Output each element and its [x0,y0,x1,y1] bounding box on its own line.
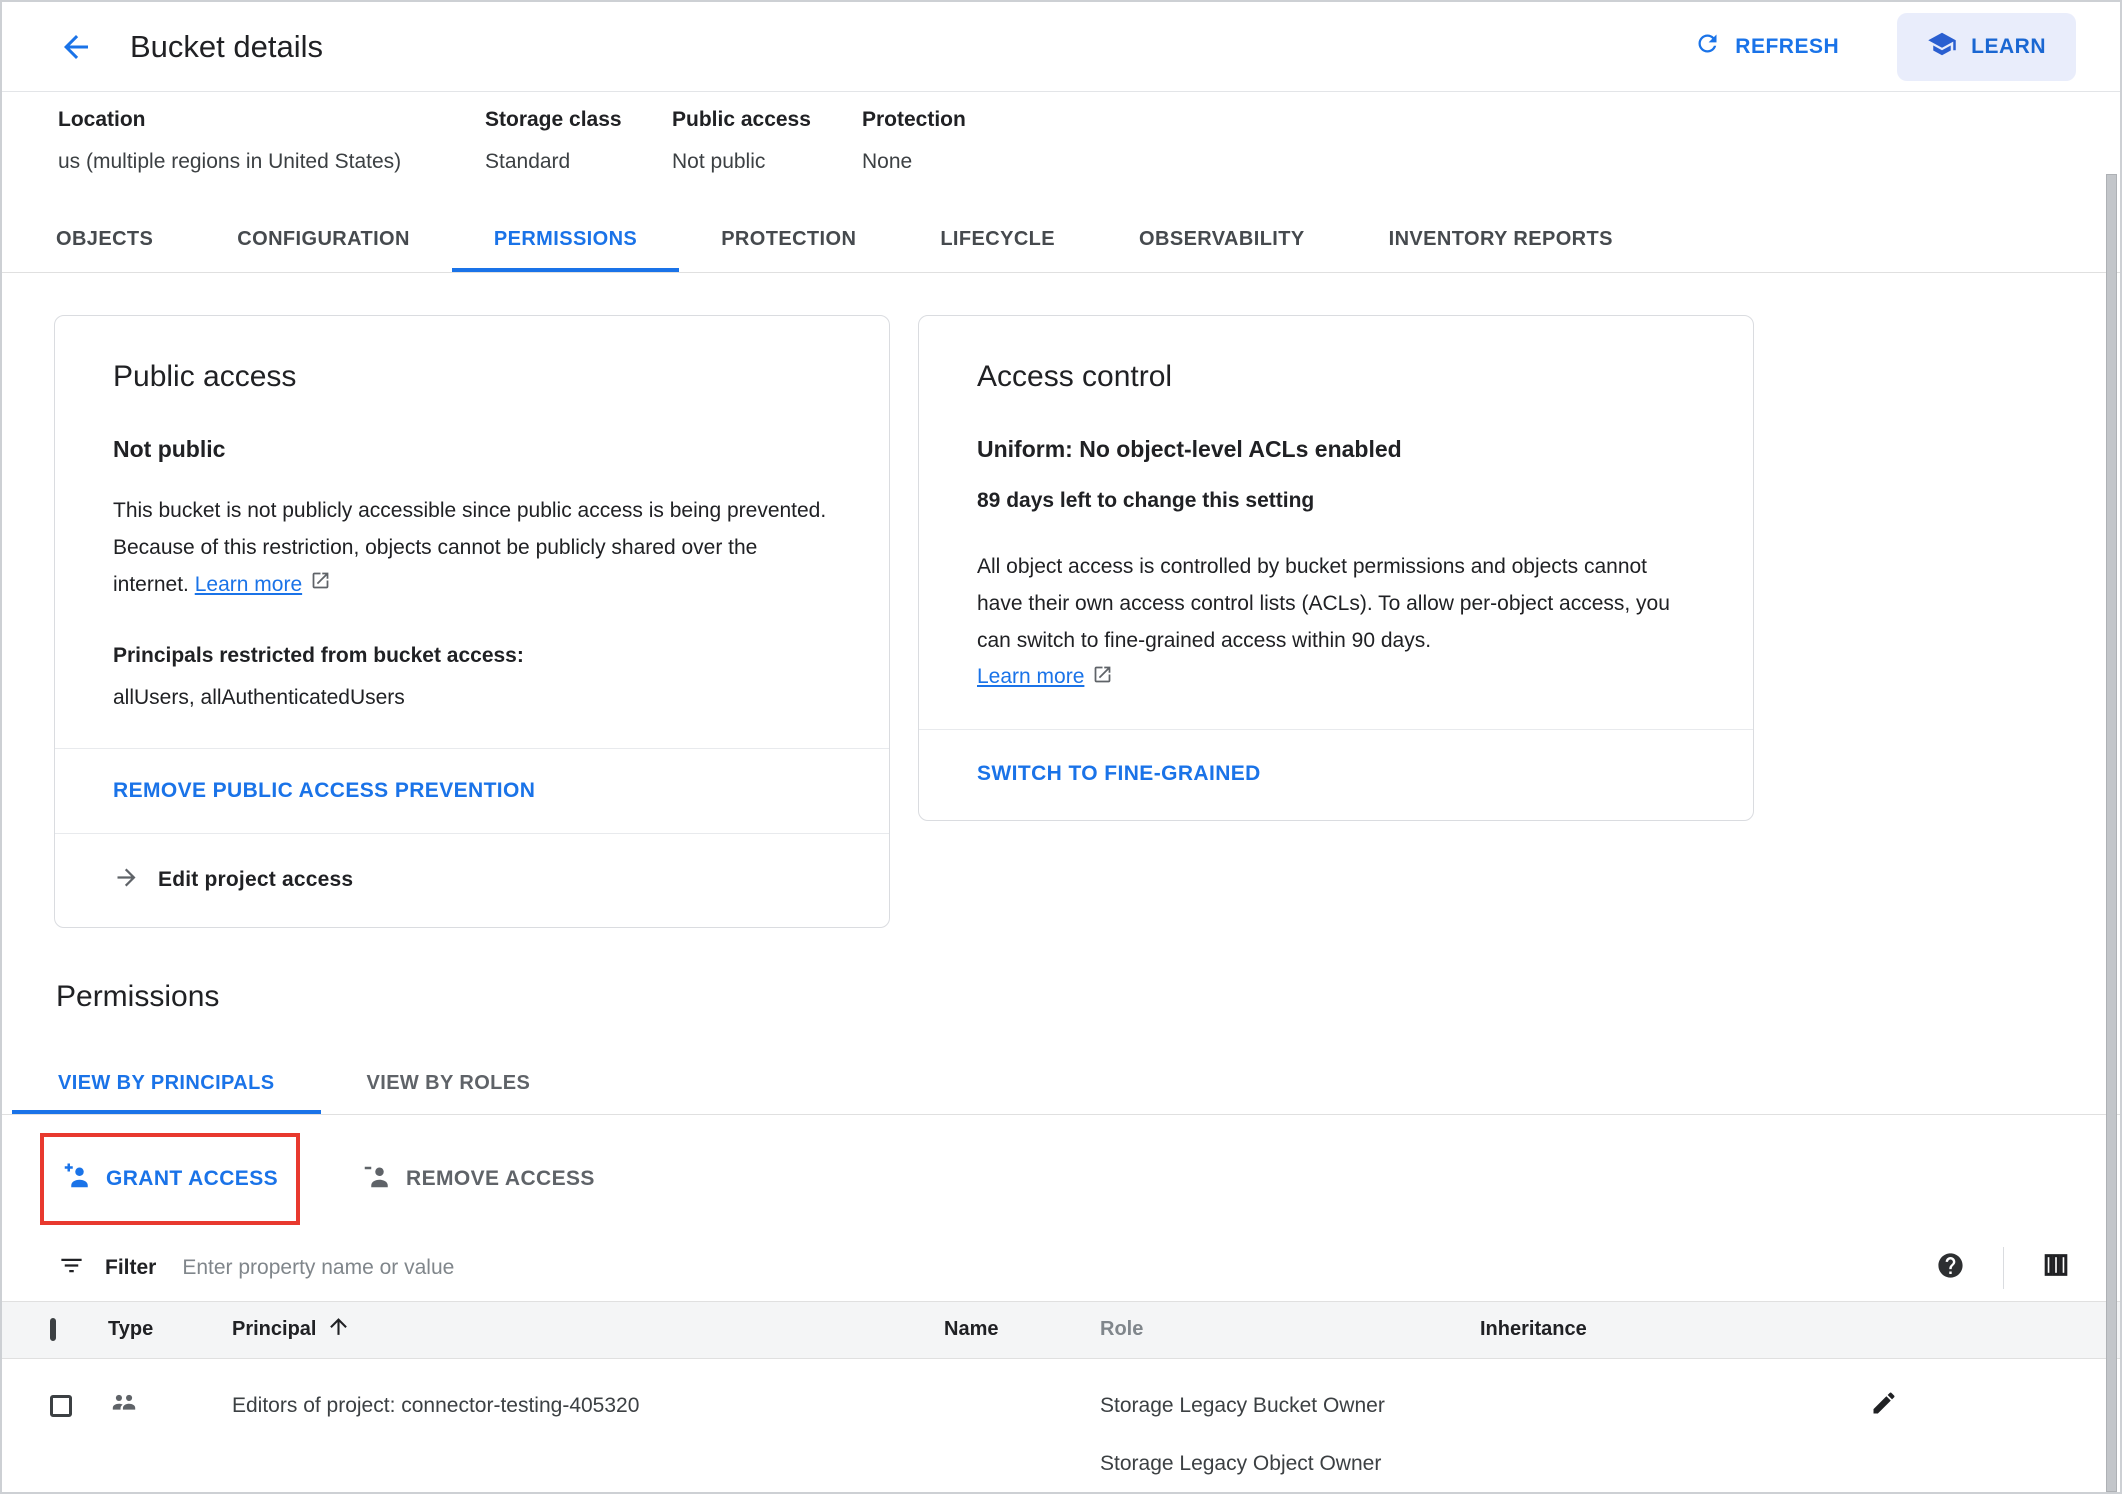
access-control-days-left: 89 days left to change this setting [977,489,1697,513]
principals-restricted-label: Principals restricted from bucket access… [113,644,833,668]
refresh-icon [1694,30,1721,63]
bucket-summary: Location us (multiple regions in United … [2,92,2120,174]
public-access-card: Public access Not public This bucket is … [54,315,890,928]
page-title: Bucket details [130,29,323,65]
grant-access-highlight-box: GRANT ACCESS [40,1133,300,1225]
learn-more-link[interactable]: Learn more [977,664,1113,691]
arrow-forward-icon [113,864,140,897]
edit-row-button[interactable] [1870,1389,1898,1422]
sort-ascending-icon [326,1314,351,1345]
column-header-name[interactable]: Name [944,1318,1100,1341]
public-access-description: This bucket is not publicly accessible s… [113,493,833,604]
column-display-icon[interactable] [2042,1251,2070,1284]
field-label: Storage class [485,108,672,132]
external-link-icon [310,567,331,604]
tab-objects[interactable]: OBJECTS [14,210,195,272]
access-actions-row: GRANT ACCESS REMOVE ACCESS [2,1133,2120,1225]
view-tab-bar: VIEW BY PRINCIPALS VIEW BY ROLES [2,1058,2120,1115]
field-label: Public access [672,108,862,132]
summary-field-protection: Protection None [862,108,966,174]
graduation-cap-icon [1927,29,1957,65]
filter-icon [58,1252,85,1284]
pencil-icon [1870,1389,1898,1422]
select-all-checkbox[interactable] [50,1318,56,1341]
external-link-icon [1092,664,1113,691]
tab-permissions[interactable]: PERMISSIONS [452,210,679,272]
field-value: None [862,150,966,174]
summary-field-public-access: Public access Not public [672,108,862,174]
field-value: Not public [672,150,862,174]
field-label: Protection [862,108,966,132]
tab-view-by-principals[interactable]: VIEW BY PRINCIPALS [12,1058,321,1114]
field-value: us (multiple regions in United States) [58,150,485,174]
cards-row: Public access Not public This bucket is … [2,273,2120,928]
principals-restricted-value: allUsers, allAuthenticatedUsers [113,686,833,710]
tab-configuration[interactable]: CONFIGURATION [195,210,452,272]
access-control-description: All object access is controlled by bucke… [977,549,1697,660]
edit-project-access-link[interactable]: Edit project access [55,833,889,927]
person-remove-icon [362,1161,392,1197]
field-label: Location [58,108,485,132]
access-control-card-title: Access control [977,360,1697,394]
vertical-divider [2003,1247,2004,1289]
tab-inventory-reports[interactable]: INVENTORY REPORTS [1347,210,1655,272]
vertical-scrollbar[interactable] [2106,174,2117,1492]
switch-to-fine-grained-button[interactable]: SWITCH TO FINE-GRAINED [919,729,1753,820]
public-access-status: Not public [113,436,833,463]
remove-public-access-prevention-button[interactable]: REMOVE PUBLIC ACCESS PREVENTION [55,748,889,833]
column-header-principal[interactable]: Principal [232,1314,944,1345]
column-header-role[interactable]: Role [1100,1318,1480,1341]
permissions-section-title: Permissions [56,980,2120,1014]
column-header-inheritance[interactable]: Inheritance [1480,1318,1680,1341]
summary-field-location: Location us (multiple regions in United … [58,108,485,174]
filter-input[interactable] [182,1256,1936,1280]
refresh-label: REFRESH [1735,35,1839,59]
tab-view-by-roles[interactable]: VIEW BY ROLES [321,1058,577,1114]
people-icon [108,1387,140,1424]
app-header: Bucket details REFRESH LEARN [2,2,2120,92]
field-value: Standard [485,150,672,174]
main-tab-bar: OBJECTS CONFIGURATION PERMISSIONS PROTEC… [2,210,2120,273]
bucket-details-page: Bucket details REFRESH LEARN Location us… [0,0,2122,1494]
person-add-icon [62,1161,92,1197]
permissions-table-header: Type Principal Name Role Inheritance [2,1301,2120,1359]
role-cell: Storage Legacy Object Owner [1100,1452,1381,1476]
access-control-card: Access control Uniform: No object-level … [918,315,1754,821]
refresh-button[interactable]: REFRESH [1694,30,1839,63]
table-row-editors: Editors of project: connector-testing-40… [2,1359,2120,1494]
tab-protection[interactable]: PROTECTION [679,210,898,272]
row-checkbox[interactable] [50,1395,72,1417]
access-control-mode: Uniform: No object-level ACLs enabled [977,436,1697,463]
tab-lifecycle[interactable]: LIFECYCLE [898,210,1097,272]
learn-more-link[interactable]: Learn more [195,567,331,604]
remove-access-button[interactable]: REMOVE ACCESS [362,1161,595,1197]
learn-label: LEARN [1971,35,2046,59]
arrow-back-icon [58,29,94,65]
filter-label: Filter [105,1256,156,1280]
principal-cell: Editors of project: connector-testing-40… [232,1394,639,1418]
grant-access-button[interactable]: GRANT ACCESS [62,1161,278,1197]
back-button[interactable] [58,29,94,65]
learn-button[interactable]: LEARN [1897,13,2076,81]
role-cell: Storage Legacy Bucket Owner [1100,1394,1385,1418]
tab-observability[interactable]: OBSERVABILITY [1097,210,1347,272]
help-icon[interactable] [1936,1251,1965,1285]
summary-field-storage-class: Storage class Standard [485,108,672,174]
column-header-type[interactable]: Type [108,1318,232,1341]
public-access-card-title: Public access [113,360,833,394]
filter-row: Filter [2,1235,2120,1301]
